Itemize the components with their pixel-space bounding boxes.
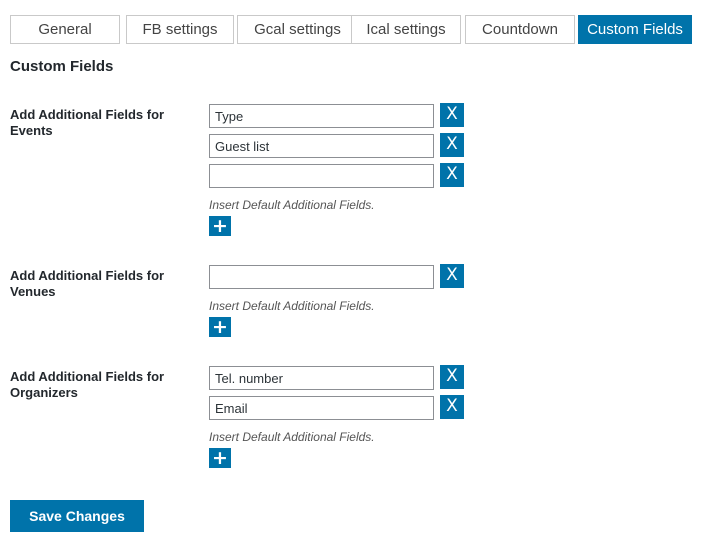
organizers-label-line2: Organizers	[10, 385, 78, 400]
events-field-1[interactable]	[209, 104, 434, 128]
tab-gcal-settings[interactable]: Gcal settings	[237, 15, 358, 44]
organizers-add-field-button[interactable]: +	[209, 448, 231, 468]
organizers-field-2[interactable]	[209, 396, 434, 420]
events-label-line1: Add Additional Fields for	[10, 107, 165, 122]
organizers-label-line1: Add Additional Fields for	[10, 369, 165, 384]
events-label-line2: Events	[10, 123, 53, 138]
venues-label-line2: Venues	[10, 284, 56, 299]
tab-countdown[interactable]: Countdown	[465, 15, 575, 44]
events-remove-field-3-button[interactable]: X	[440, 163, 464, 187]
save-changes-button[interactable]: Save Changes	[10, 500, 144, 532]
venues-label-line1: Add Additional Fields for	[10, 268, 165, 283]
venues-add-field-button[interactable]: +	[209, 317, 231, 337]
tab-fb-settings[interactable]: FB settings	[126, 15, 234, 44]
events-field-3[interactable]	[209, 164, 434, 188]
tab-general[interactable]: General	[10, 15, 120, 44]
events-field-2[interactable]	[209, 134, 434, 158]
events-remove-field-2-button[interactable]: X	[440, 133, 464, 157]
page-title: Custom Fields	[10, 58, 114, 75]
tab-ical-settings[interactable]: Ical settings	[351, 15, 461, 44]
venues-fields-label: Add Additional Fields for Venues	[10, 268, 195, 300]
organizers-remove-field-1-button[interactable]: X	[440, 365, 464, 389]
venues-field-1[interactable]	[209, 265, 434, 289]
organizers-insert-default-hint: Insert Default Additional Fields.	[209, 430, 375, 444]
organizers-remove-field-2-button[interactable]: X	[440, 395, 464, 419]
organizers-field-1[interactable]	[209, 366, 434, 390]
venues-insert-default-hint: Insert Default Additional Fields.	[209, 299, 375, 313]
events-add-field-button[interactable]: +	[209, 216, 231, 236]
events-insert-default-hint: Insert Default Additional Fields.	[209, 198, 375, 212]
tab-custom-fields[interactable]: Custom Fields	[578, 15, 692, 44]
events-fields-label: Add Additional Fields for Events	[10, 107, 195, 139]
organizers-fields-label: Add Additional Fields for Organizers	[10, 369, 195, 401]
events-remove-field-1-button[interactable]: X	[440, 103, 464, 127]
venues-remove-field-1-button[interactable]: X	[440, 264, 464, 288]
